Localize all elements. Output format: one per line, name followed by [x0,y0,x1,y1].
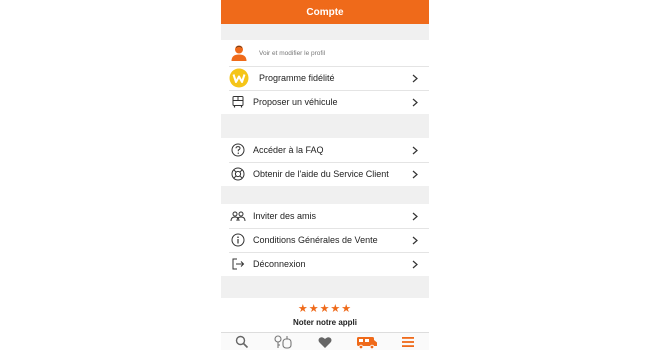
chevron-right-icon [409,236,421,245]
logout-row[interactable]: Déconnexion [221,252,429,276]
search-icon[interactable] [230,334,254,350]
friends-icon [230,208,246,224]
invite-row[interactable]: Inviter des amis [221,204,429,228]
propose-label: Proposer un véhicule [253,97,338,107]
loyalty-label: Programme fidélité [259,73,335,83]
propose-vehicle-row[interactable]: Proposer un véhicule [221,90,429,114]
loyalty-row[interactable]: Programme fidélité [221,66,429,90]
rating-stars: ★★★★★ [297,302,353,315]
phone-screen: Compte Voir et modifier le profil Progra… [221,0,429,350]
user-avatar-icon [230,44,248,62]
faq-label: Accéder à la FAQ [253,145,324,155]
terms-row[interactable]: Conditions Générales de Vente [221,228,429,252]
profile-row[interactable]: Voir et modifier le profil [221,40,429,66]
terms-label: Conditions Générales de Vente [253,235,378,245]
profile-label: Voir et modifier le profil [259,49,326,57]
chevron-right-icon [409,260,421,269]
chevron-right-icon [409,146,421,155]
question-icon [230,142,246,158]
info-icon [230,232,246,248]
camper-van-icon [230,94,246,110]
camper-icon[interactable] [355,334,379,350]
other-section: Inviter des amis Conditions Générales de… [221,204,429,276]
logout-label: Déconnexion [253,259,306,269]
faq-row[interactable]: Accéder à la FAQ [221,138,429,162]
support-row[interactable]: Obtenir de l'aide du Service Client [221,162,429,186]
chevron-right-icon [409,74,421,83]
keys-icon[interactable] [271,334,295,350]
account-section: Voir et modifier le profil Programme fid… [221,40,429,114]
lifebuoy-icon [230,166,246,182]
chevron-right-icon [409,212,421,221]
logout-icon [230,256,246,272]
tab-bar [221,332,429,350]
heart-icon[interactable] [313,334,337,350]
support-label: Obtenir de l'aide du Service Client [253,169,389,179]
menu-icon[interactable] [396,334,420,350]
chevron-right-icon [409,170,421,179]
page-title: Compte [306,6,344,18]
loyalty-badge-icon [229,68,249,88]
header-bar: Compte [221,0,429,24]
chevron-right-icon [409,98,421,107]
invite-label: Inviter des amis [253,211,317,221]
help-section: Accéder à la FAQ Obtenir de l'aide du Se… [221,138,429,186]
rate-app-button[interactable]: ★★★★★ Noter notre appli [221,298,429,332]
rate-label: Noter notre appli [292,317,357,327]
